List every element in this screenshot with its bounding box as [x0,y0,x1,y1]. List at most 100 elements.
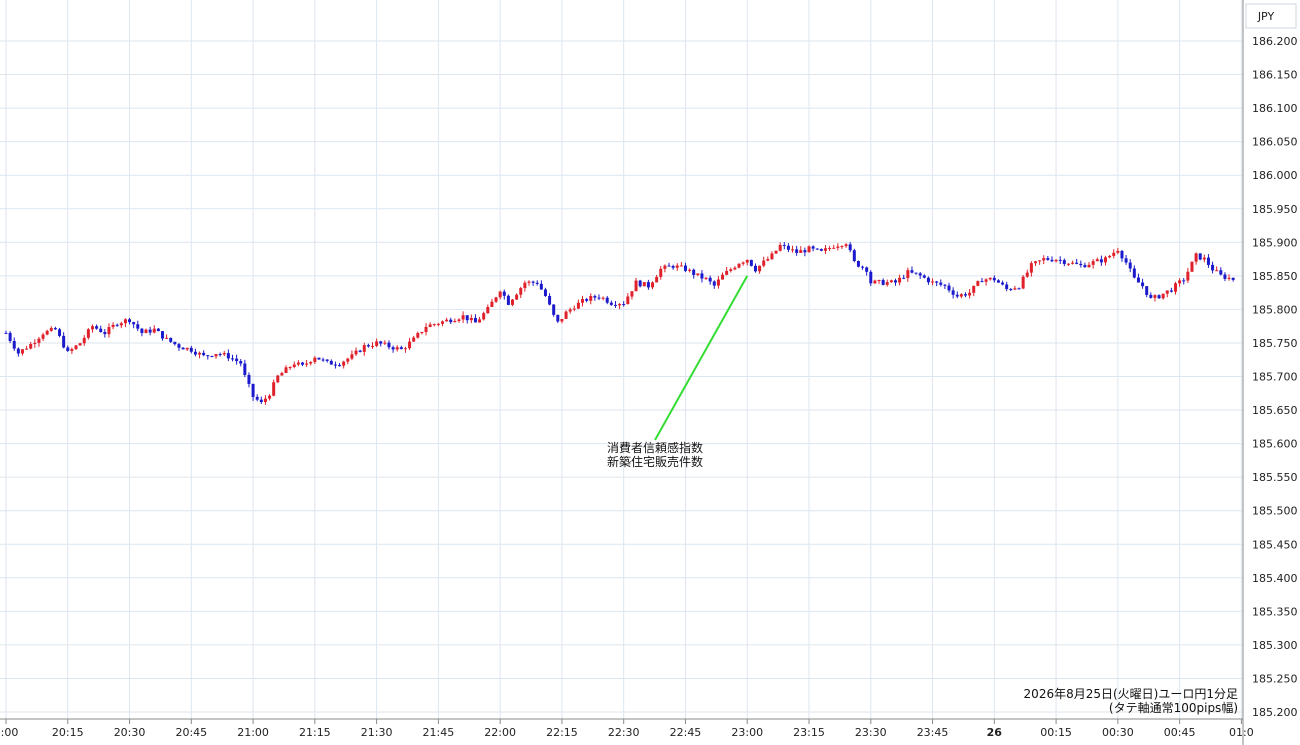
candle [869,270,873,286]
candle-body [482,313,486,320]
candle [428,322,432,328]
x-tick-label: 26 [987,726,1003,739]
candle [441,320,445,327]
candle-body [8,332,12,341]
candle-body [210,356,214,358]
candle [342,360,346,369]
candle-body [1128,262,1132,269]
candle [556,314,560,324]
candle-body [424,326,428,333]
candle-body [696,273,700,275]
candle [1001,280,1005,286]
candle-body [37,338,41,343]
candle-body [873,280,877,284]
candle-body [189,347,193,352]
candle-body [762,260,766,266]
candle-body [807,246,811,253]
candle [758,265,762,274]
candle-body [910,270,914,273]
y-tick-label: 185.900 [1252,236,1298,249]
annotation-line-1: 消費者信頼感指数 [607,440,703,455]
candle-body [16,348,20,354]
y-tick-label: 185.350 [1252,605,1298,618]
candle-body [556,314,560,322]
y-tick-label: 185.850 [1252,270,1298,283]
candle [198,351,202,359]
candle [893,278,897,286]
candle [943,284,947,289]
candle-body [1095,259,1099,262]
candle-body [152,328,156,333]
candle-body [160,331,164,339]
candle-body [1211,264,1215,271]
candle [861,265,865,270]
candle-body [601,297,605,299]
candle [506,294,510,306]
candle [498,290,502,300]
candle-body [280,372,284,376]
candle [968,288,972,299]
candle [235,354,239,365]
candle-body [74,345,78,350]
candle-body [317,357,321,360]
candle-body [931,281,935,283]
candle [778,242,782,252]
candle-body [951,290,955,295]
candle [1174,281,1178,295]
candle-body [342,361,346,366]
candle-body [976,281,980,286]
candle-body [745,259,749,263]
candle [523,280,527,292]
candle [811,245,815,252]
candle [62,332,66,349]
candle [296,360,300,367]
candle-body [214,354,218,357]
candle [1066,263,1070,266]
candle [931,278,935,286]
candle-body [379,341,383,344]
candle-body [589,296,593,301]
candle [408,337,412,351]
candle-body [49,328,53,331]
candle [1231,277,1235,282]
candle [1054,259,1058,263]
candle [193,348,197,357]
candle-body [284,367,288,373]
candle-body [198,352,202,355]
candle-body [1083,265,1087,268]
candle-body [420,332,424,334]
candle-body [688,269,692,271]
annotation-leader-line [654,275,749,441]
candle [74,344,78,351]
candle [280,371,284,376]
candle [815,248,819,250]
x-tick-label: 23:00 [731,726,763,739]
candle [148,326,152,336]
candle-body [634,280,638,292]
candle [115,323,119,327]
candle-body [383,342,387,344]
y-tick-label: 185.250 [1252,672,1298,685]
candle [90,324,94,333]
y-tick-label: 186.150 [1252,69,1298,82]
candle-body [1157,295,1161,299]
y-tick-label: 185.800 [1252,303,1298,316]
candle [885,279,889,287]
candle-body [115,324,119,326]
candle-body [1021,276,1025,289]
candle-body [202,352,206,356]
candle [1108,255,1112,259]
candle-body [659,268,663,277]
candle-body [782,244,786,246]
candle [852,248,856,263]
candle [527,280,531,286]
candle-body [230,358,234,360]
candle [716,276,720,289]
candle [399,345,403,350]
candle [313,356,317,365]
candle-body [350,354,354,359]
candle-body [305,363,309,365]
candle [972,285,976,297]
candle-body [1079,263,1083,266]
y-tick-label: 185.400 [1252,572,1298,585]
